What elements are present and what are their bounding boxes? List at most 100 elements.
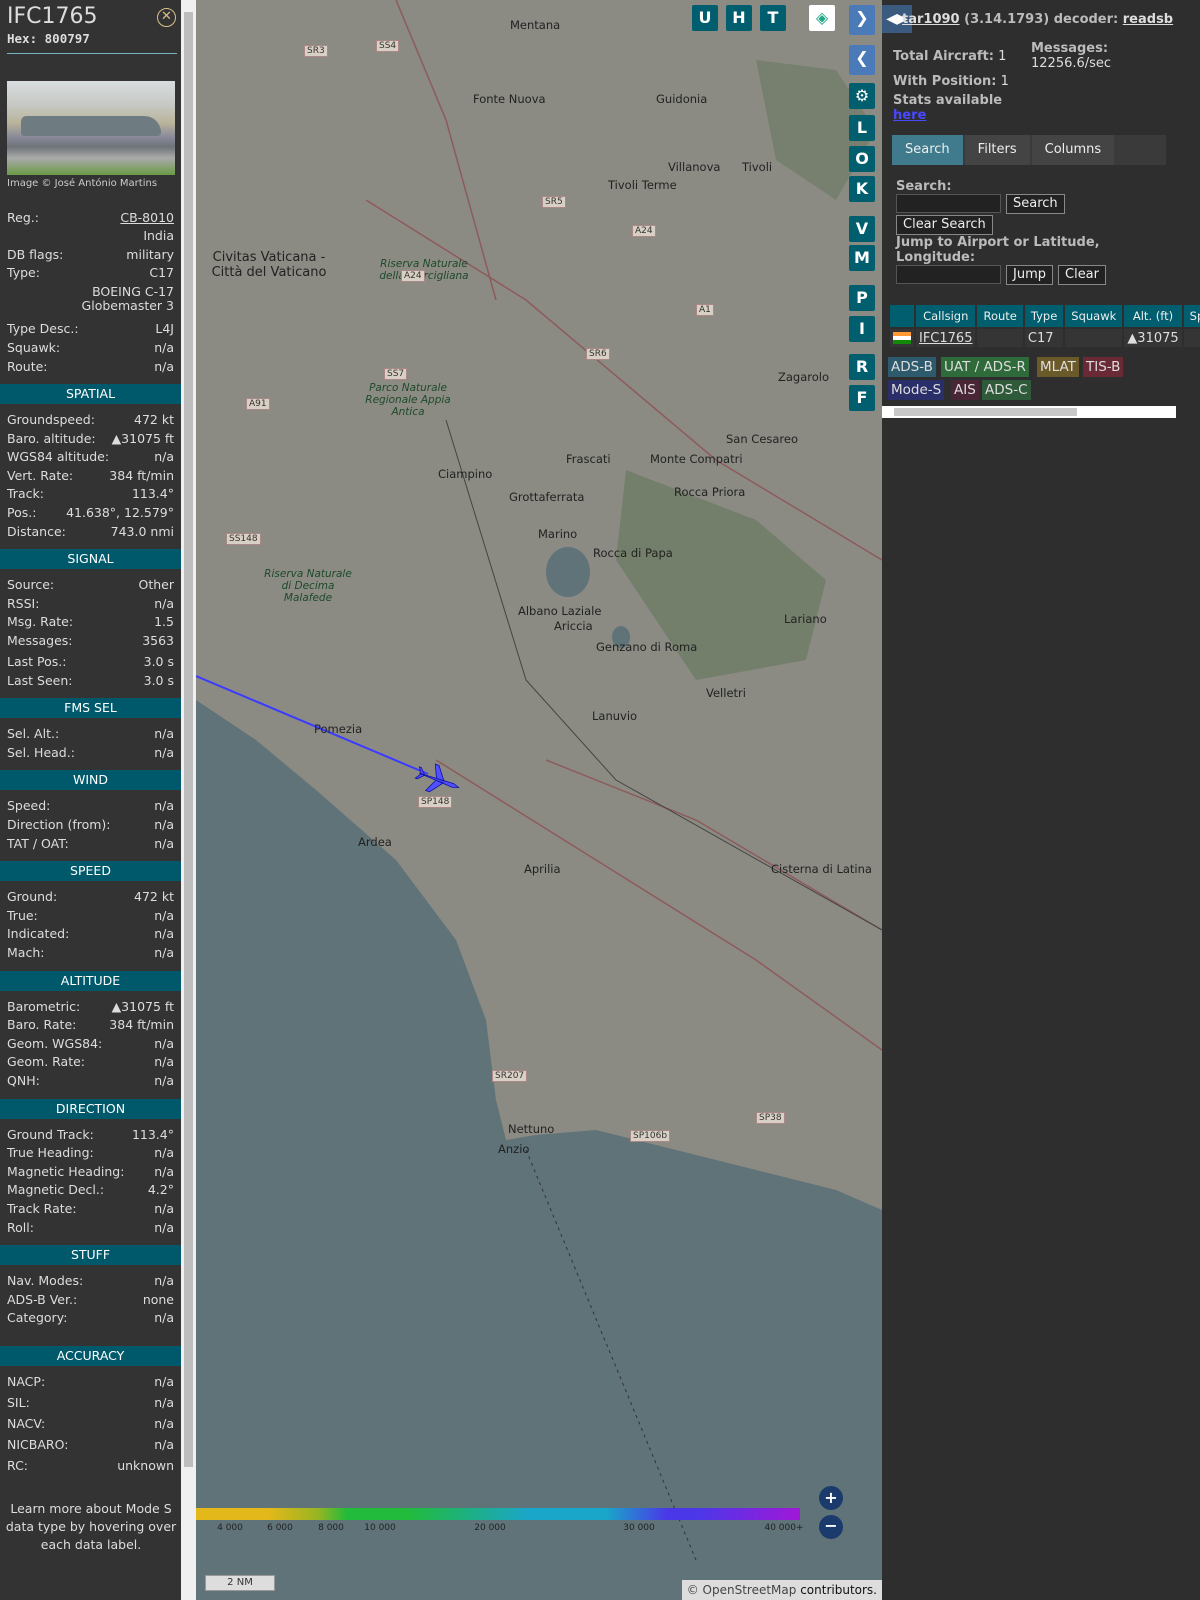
detail-label[interactable]: Last Pos.: xyxy=(7,653,66,671)
source-badge-tis-b[interactable]: TIS-B xyxy=(1083,357,1124,377)
detail-label[interactable]: Magnetic Decl.: xyxy=(7,1181,104,1199)
header-version: tar1090 (3.14.1793) decoder: readsb xyxy=(902,12,1174,27)
detail-value: unknown xyxy=(117,1458,174,1473)
col-route[interactable]: Route xyxy=(977,305,1023,327)
clear-search-button[interactable]: Clear Search xyxy=(896,215,993,235)
map-button-p[interactable]: P xyxy=(849,285,875,311)
close-icon[interactable]: ✕ xyxy=(157,8,176,27)
detail-label[interactable]: Nav. Modes: xyxy=(7,1272,83,1290)
map-button-l[interactable]: L xyxy=(849,115,875,141)
map-button-u[interactable]: U xyxy=(692,5,718,31)
table-horizontal-scrollbar[interactable] xyxy=(882,406,1176,418)
stats-link[interactable]: here xyxy=(893,108,926,123)
col-speed[interactable]: Spd xyxy=(1183,305,1200,327)
source-badge-mode-s[interactable]: Mode-S xyxy=(888,380,945,400)
detail-label[interactable]: Geom. Rate: xyxy=(7,1053,85,1071)
map-button-k[interactable]: K xyxy=(849,176,875,202)
zoom-out-button[interactable]: − xyxy=(819,1515,843,1539)
search-input[interactable] xyxy=(896,194,1001,213)
detail-label[interactable]: True: xyxy=(7,907,38,925)
detail-label[interactable]: Speed: xyxy=(7,797,50,815)
detail-label[interactable]: True Heading: xyxy=(7,1144,94,1162)
map-button-m[interactable]: M xyxy=(849,245,875,271)
detail-row: Category: n/a xyxy=(7,1309,174,1327)
col-flag[interactable] xyxy=(890,305,914,327)
detail-label[interactable]: Track Rate: xyxy=(7,1200,77,1218)
detail-label[interactable]: NACV: xyxy=(7,1415,45,1433)
detail-label[interactable]: NACP: xyxy=(7,1373,45,1391)
search-button[interactable]: Search xyxy=(1006,194,1065,214)
table-row[interactable]: IFC1765 C17 ▲31075 xyxy=(890,329,1200,347)
expand-panel-button[interactable]: ❯ xyxy=(849,5,875,35)
detail-label[interactable]: Baro. altitude: xyxy=(7,430,96,448)
tab-search[interactable]: Search xyxy=(892,135,963,165)
detail-label[interactable]: Source: xyxy=(7,576,54,594)
detail-label[interactable]: Sel. Alt.: xyxy=(7,725,59,743)
col-altitude[interactable]: Alt. (ft) xyxy=(1124,305,1182,327)
map-button-r[interactable]: R xyxy=(849,354,875,380)
jump-input[interactable] xyxy=(896,265,1001,284)
settings-gear-icon[interactable]: ⚙ xyxy=(849,83,875,109)
tab-columns[interactable]: Columns xyxy=(1031,135,1115,165)
col-type[interactable]: Type xyxy=(1024,305,1064,327)
detail-label[interactable]: Vert. Rate: xyxy=(7,467,73,485)
detail-label[interactable]: Messages: xyxy=(7,632,73,650)
osm-link[interactable]: OpenStreetMap xyxy=(703,1583,797,1597)
detail-row: Squawk: n/a xyxy=(7,339,174,357)
map-button-t[interactable]: T xyxy=(760,5,786,31)
detail-row: Type Desc.: L4J xyxy=(7,320,174,338)
detail-label[interactable]: NICBARO: xyxy=(7,1436,68,1454)
map-button-o[interactable]: O xyxy=(849,146,875,172)
detail-label[interactable]: Track: xyxy=(7,485,44,503)
detail-label[interactable]: Geom. WGS84: xyxy=(7,1035,102,1053)
detail-label[interactable]: Category: xyxy=(7,1309,67,1327)
source-badge-ads-b[interactable]: ADS-B xyxy=(888,357,936,377)
detail-label[interactable]: Barometric: xyxy=(7,998,80,1016)
detail-label[interactable]: Mach: xyxy=(7,944,44,962)
detail-label[interactable]: ADS-B Ver.: xyxy=(7,1291,77,1309)
layers-icon[interactable]: ◈ xyxy=(809,5,835,31)
source-badge-uat-ads-r[interactable]: UAT / ADS-R xyxy=(941,357,1029,377)
detail-label[interactable]: WGS84 altitude: xyxy=(7,448,109,466)
jump-button[interactable]: Jump xyxy=(1006,265,1053,285)
detail-label[interactable]: Magnetic Heading: xyxy=(7,1163,124,1181)
zoom-in-button[interactable]: + xyxy=(819,1486,843,1510)
app-link[interactable]: tar1090 xyxy=(902,12,960,27)
detail-label[interactable]: Indicated: xyxy=(7,925,69,943)
detail-label[interactable]: Pos.: xyxy=(7,504,36,522)
detail-label[interactable]: QNH: xyxy=(7,1072,40,1090)
detail-label[interactable]: Roll: xyxy=(7,1219,34,1237)
collapse-panel-button[interactable]: ❮ xyxy=(849,45,875,75)
detail-label[interactable]: TAT / OAT: xyxy=(7,835,69,853)
detail-label[interactable]: Sel. Head.: xyxy=(7,744,75,762)
detail-label[interactable]: Baro. Rate: xyxy=(7,1016,76,1034)
left-panel-scrollbar[interactable] xyxy=(181,0,196,1600)
detail-label[interactable]: Groundspeed: xyxy=(7,411,95,429)
detail-label[interactable]: RC: xyxy=(7,1457,28,1475)
detail-label[interactable]: Ground Track: xyxy=(7,1126,94,1144)
detail-label[interactable]: Direction (from): xyxy=(7,816,111,834)
detail-label[interactable]: SIL: xyxy=(7,1394,30,1412)
map-button-v[interactable]: V xyxy=(849,216,875,242)
col-squawk[interactable]: Squawk xyxy=(1065,305,1123,327)
decoder-link[interactable]: readsb xyxy=(1123,12,1173,27)
row-callsign[interactable]: IFC1765 xyxy=(916,329,976,347)
aircraft-photo[interactable] xyxy=(7,81,175,175)
detail-label[interactable]: RSSI: xyxy=(7,595,39,613)
detail-label[interactable]: Msg. Rate: xyxy=(7,613,73,631)
detail-label: Type: xyxy=(7,265,40,280)
tab-filters[interactable]: Filters xyxy=(964,135,1030,165)
source-badge-ais[interactable]: AIS xyxy=(951,380,979,400)
registration-link[interactable]: CB-8010 xyxy=(120,209,174,227)
map-button-f[interactable]: F xyxy=(849,385,875,411)
detail-label[interactable]: Ground: xyxy=(7,888,57,906)
map-button-i[interactable]: I xyxy=(849,316,875,342)
map-button-h[interactable]: H xyxy=(726,5,752,31)
source-badge-ads-c[interactable]: ADS-C xyxy=(982,380,1031,400)
detail-label[interactable]: Last Seen: xyxy=(7,672,72,690)
map[interactable]: Mentana Fonte Nuova Guidonia Villanova Tivol… xyxy=(196,0,882,1600)
source-badge-mlat[interactable]: MLAT xyxy=(1037,357,1079,377)
clear-jump-button[interactable]: Clear xyxy=(1058,265,1106,285)
col-callsign[interactable]: Callsign xyxy=(916,305,976,327)
detail-label[interactable]: Distance: xyxy=(7,523,66,541)
